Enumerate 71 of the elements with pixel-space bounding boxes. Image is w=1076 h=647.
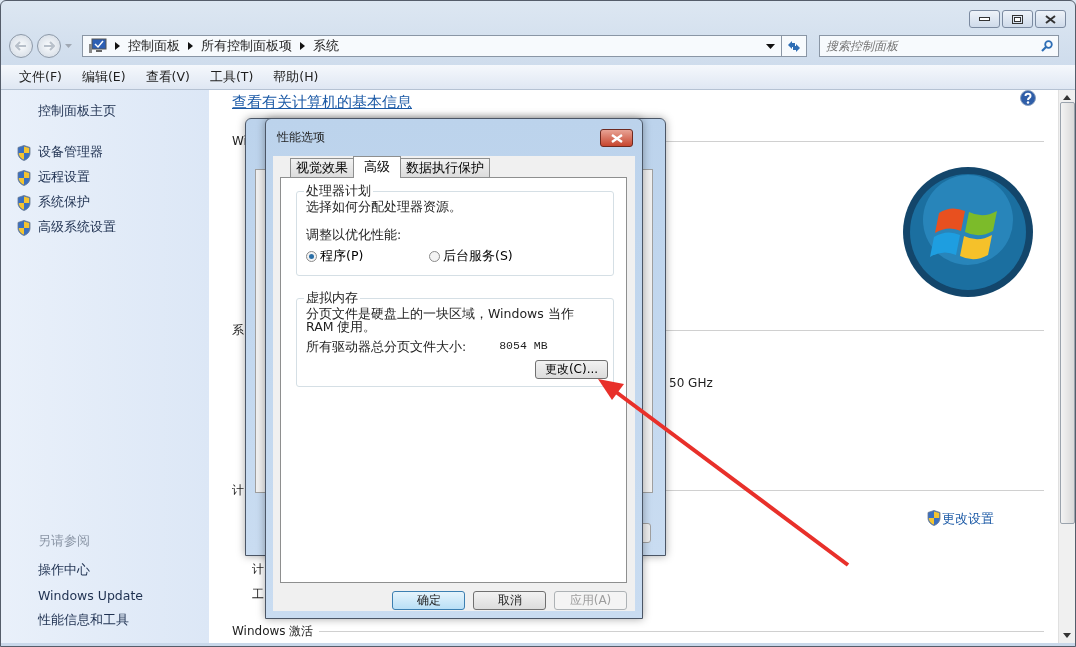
radio-option[interactable]: 程序(P) <box>306 248 429 265</box>
breadcrumb-item[interactable]: 控制面板 <box>128 37 180 55</box>
menu-item[interactable]: 帮助(H) <box>273 68 319 86</box>
dropdown-arrow-icon[interactable] <box>766 43 775 49</box>
computer-icon <box>89 38 107 54</box>
section-heading: Windows 激活 <box>232 624 314 639</box>
group-title: 处理器计划 <box>305 183 372 200</box>
shield-icon <box>17 169 31 186</box>
shield-icon <box>17 219 31 236</box>
group-title: 虚拟内存 <box>305 290 359 307</box>
sidebar-link[interactable]: Windows Update <box>38 583 209 608</box>
down-arrow-icon <box>1063 633 1071 638</box>
info-label: 工 <box>252 587 264 602</box>
dialog-title: 性能选项 <box>277 129 325 146</box>
menu-item[interactable]: 编辑(E) <box>81 68 126 86</box>
dialog-button[interactable]: 确定 <box>392 591 465 610</box>
close-button[interactable] <box>1035 10 1066 28</box>
restore-icon <box>1012 14 1023 24</box>
section-heading: 系 <box>232 323 244 338</box>
dialog-button[interactable]: 取消 <box>473 591 546 610</box>
tab[interactable]: 视觉效果 <box>290 158 354 177</box>
processor-speed: 50 GHz <box>669 376 713 391</box>
sidebar-link[interactable]: 远程设置 <box>38 169 90 186</box>
up-arrow-icon <box>1063 95 1071 100</box>
prompt-label: 调整以优化性能: <box>306 227 403 244</box>
menu-item[interactable]: 文件(F) <box>19 68 62 86</box>
triangle-icon <box>300 42 305 50</box>
total-value: 8054 MB <box>499 339 548 354</box>
help-icon[interactable] <box>1020 90 1036 106</box>
radio-option[interactable]: 后台服务(S) <box>429 248 552 265</box>
sidebar-link[interactable]: 设备管理器 <box>38 144 103 161</box>
minimize-button[interactable] <box>969 10 1000 28</box>
left-arrow-icon <box>15 41 27 51</box>
group-description: 选择如何分配处理器资源。 <box>306 200 463 213</box>
tab[interactable]: 数据执行保护 <box>400 158 490 177</box>
breadcrumb-item[interactable]: 系统 <box>313 37 339 55</box>
sidebar-link[interactable]: 系统保护 <box>38 194 90 211</box>
info-label: 计 <box>252 562 264 577</box>
shield-icon <box>17 144 31 161</box>
change-settings-link[interactable]: 更改设置 <box>942 510 994 526</box>
refresh-arrows-icon <box>786 39 802 53</box>
sidebar-link[interactable]: 操作中心 <box>38 558 209 583</box>
tab[interactable]: 高级 <box>353 156 401 178</box>
search-icon <box>1041 40 1053 52</box>
minimize-icon <box>979 17 990 21</box>
triangle-icon <box>115 42 120 50</box>
close-button[interactable] <box>600 129 633 147</box>
sidebar-link[interactable]: 控制面板主页 <box>38 103 209 120</box>
sidebar-link[interactable]: 性能信息和工具 <box>38 608 209 633</box>
scrollbar[interactable] <box>1058 90 1075 643</box>
orb-logo-icon <box>901 165 1035 299</box>
menu-item[interactable]: 工具(T) <box>209 68 254 86</box>
group-description: 分页文件是硬盘上的一块区域，Windows 当作 RAM 使用。 <box>306 307 575 333</box>
right-arrow-icon <box>43 41 55 51</box>
triangle-icon <box>188 42 193 50</box>
shield-icon <box>927 510 941 526</box>
close-icon <box>1045 14 1056 24</box>
change-button[interactable]: 更改(C)... <box>535 360 608 379</box>
breadcrumb-item[interactable]: 所有控制面板项 <box>201 37 292 55</box>
sidebar-link[interactable]: 高级系统设置 <box>38 219 116 236</box>
maximize-button[interactable] <box>1002 10 1033 28</box>
section-heading: 计 <box>232 483 244 498</box>
see-also-heading: 另请参阅 <box>38 533 91 550</box>
total-label: 所有驱动器总分页文件大小: <box>306 339 467 356</box>
page-heading: 查看有关计算机的基本信息 <box>232 95 412 110</box>
refresh-button[interactable] <box>781 35 807 57</box>
shield-icon <box>17 194 31 211</box>
address-field[interactable]: 控制面板 所有控制面板项 系统 <box>82 35 782 57</box>
menu-item[interactable]: 查看(V) <box>145 68 190 86</box>
search-field[interactable]: 搜索控制面板 <box>819 35 1059 57</box>
close-icon <box>610 133 623 143</box>
